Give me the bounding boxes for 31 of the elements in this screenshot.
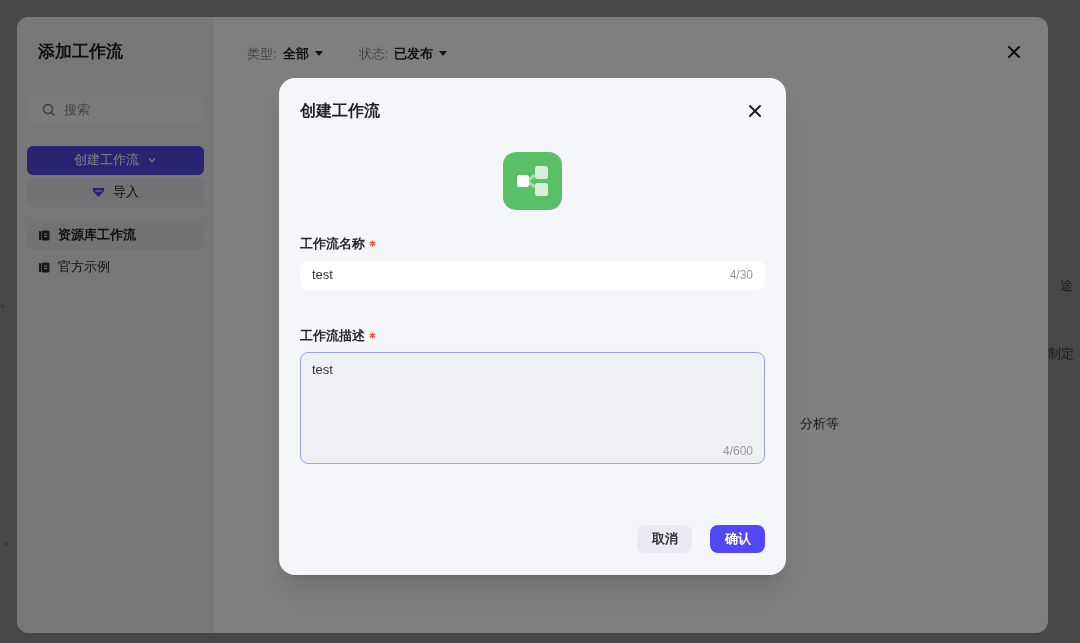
confirm-button[interactable]: 确认 <box>710 525 765 553</box>
background-text: 分析等 <box>800 415 839 433</box>
workflow-icon <box>503 152 562 210</box>
caret-icon <box>314 50 323 57</box>
search-icon <box>42 102 56 117</box>
create-workflow-button[interactable]: 创建工作流 <box>27 145 204 175</box>
filter-dropdown[interactable]: 已发布 <box>394 44 448 64</box>
gem-icon <box>92 186 105 198</box>
description-field[interactable]: test 4/600 <box>300 352 765 464</box>
background-text: 。 <box>4 531 17 549</box>
filter-label: 类型: <box>247 45 277 63</box>
dialog-title: 创建工作流 <box>300 101 380 121</box>
field-label: 工作流描述 <box>300 326 365 345</box>
character-counter: 4/600 <box>722 443 753 460</box>
character-counter: 4/30 <box>729 267 753 284</box>
background-text: 。 <box>0 293 13 311</box>
chevron-down-icon <box>147 155 157 165</box>
caret-icon <box>439 50 448 57</box>
cancel-button[interactable]: 取消 <box>637 525 692 553</box>
field-value: test <box>312 266 333 285</box>
drawer-title: 添加工作流 <box>37 41 124 63</box>
filter-dropdown[interactable]: 全部 <box>282 44 323 64</box>
sidebar-item[interactable]: 资源库工作流 <box>27 220 204 250</box>
sidebar-item[interactable]: 官方示例 <box>27 252 204 282</box>
book-icon <box>39 261 50 273</box>
search-field[interactable]: 搜索 <box>27 94 204 124</box>
field-value: test <box>312 361 334 379</box>
name-field[interactable]: test 4/30 <box>300 260 765 290</box>
import-button[interactable]: 导入 <box>27 177 204 207</box>
field-label: 工作流名称 <box>300 235 365 253</box>
book-icon <box>39 229 50 241</box>
